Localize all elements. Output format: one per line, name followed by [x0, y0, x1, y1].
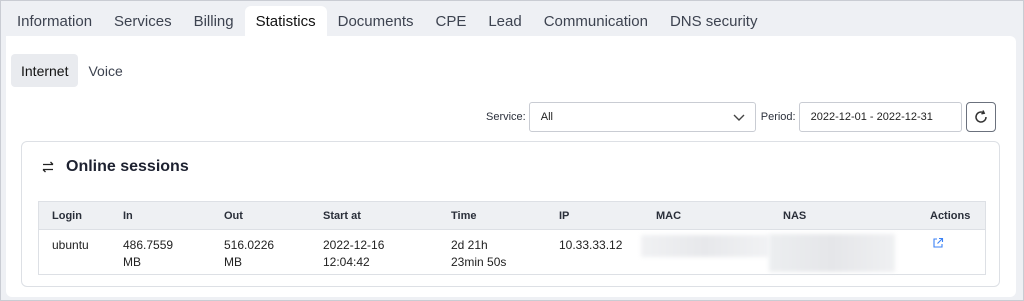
tab-dns-security[interactable]: DNS security — [659, 6, 769, 36]
tab-documents[interactable]: Documents — [327, 6, 425, 36]
cell-start-time: 12:04:42 — [323, 255, 370, 269]
refresh-icon — [974, 110, 987, 123]
tab-billing[interactable]: Billing — [183, 6, 245, 36]
card-header: Online sessions — [40, 158, 189, 176]
subtab-voice[interactable]: Voice — [78, 54, 132, 87]
external-link-icon[interactable] — [932, 237, 944, 249]
col-mac: MAC — [656, 210, 682, 222]
sub-tab-bar: Internet Voice — [11, 54, 133, 87]
cell-in-unit: MB — [123, 255, 141, 269]
table-header: Login In Out Start at Time IP MAC NAS Ac… — [39, 202, 985, 230]
cell-time-line1: 2d 21h — [451, 238, 488, 252]
col-in: In — [123, 210, 133, 222]
mac-redacted — [641, 235, 769, 257]
col-login: Login — [52, 210, 82, 222]
nas-redacted — [769, 234, 895, 272]
cell-out-value: 516.0226 — [224, 238, 275, 252]
online-sessions-card: Online sessions Login In Out Start at Ti… — [21, 141, 1000, 287]
chevron-down-icon — [733, 114, 745, 121]
col-nas: NAS — [783, 210, 807, 222]
cell-in: 486.7559 MB — [123, 237, 173, 271]
cell-out: 516.0226 MB — [224, 237, 274, 271]
filters-bar: Service: All Period: 2022-12-01 - 2022-1… — [486, 102, 996, 132]
col-start-at: Start at — [323, 210, 361, 222]
tab-services[interactable]: Services — [103, 6, 183, 36]
period-label: Period: — [760, 111, 796, 123]
cell-start-at: 2022-12-16 12:04:42 — [323, 237, 384, 271]
top-tab-bar: Information Services Billing Statistics … — [6, 6, 768, 36]
col-time: Time — [451, 210, 477, 222]
col-ip: IP — [559, 210, 570, 222]
cell-ip: 10.33.33.12 — [559, 238, 623, 252]
cell-start-date: 2022-12-16 — [323, 238, 385, 252]
tab-communication[interactable]: Communication — [533, 6, 659, 36]
card-title: Online sessions — [66, 158, 189, 175]
cell-in-value: 486.7559 — [123, 238, 174, 252]
period-value: 2022-12-01 - 2022-12-31 — [810, 111, 933, 123]
tab-information[interactable]: Information — [6, 6, 103, 36]
sessions-table: Login In Out Start at Time IP MAC NAS Ac… — [38, 201, 986, 275]
arrows-exchange-icon — [42, 161, 54, 173]
col-out: Out — [224, 210, 243, 222]
col-actions: Actions — [930, 210, 971, 222]
service-select-value: All — [540, 111, 553, 123]
tab-cpe[interactable]: CPE — [425, 6, 478, 36]
service-label: Service: — [486, 111, 526, 123]
window: Information Services Billing Statistics … — [0, 0, 1024, 301]
cell-time-line2: 23min 50s — [451, 255, 507, 269]
refresh-button[interactable] — [965, 102, 996, 132]
cell-login: ubuntu — [52, 238, 89, 252]
cell-out-unit: MB — [224, 255, 242, 269]
tab-statistics[interactable]: Statistics — [244, 6, 327, 36]
service-select[interactable]: All — [528, 102, 756, 132]
cell-time: 2d 21h 23min 50s — [451, 237, 506, 271]
tab-lead[interactable]: Lead — [477, 6, 532, 36]
statistics-panel: Internet Voice Service: All Period: 2022… — [6, 36, 1016, 297]
subtab-internet[interactable]: Internet — [11, 54, 79, 87]
period-input[interactable]: 2022-12-01 - 2022-12-31 — [798, 102, 962, 132]
table-row: ubuntu 486.7559 MB 516.0226 MB 2022-12-1… — [39, 230, 985, 274]
